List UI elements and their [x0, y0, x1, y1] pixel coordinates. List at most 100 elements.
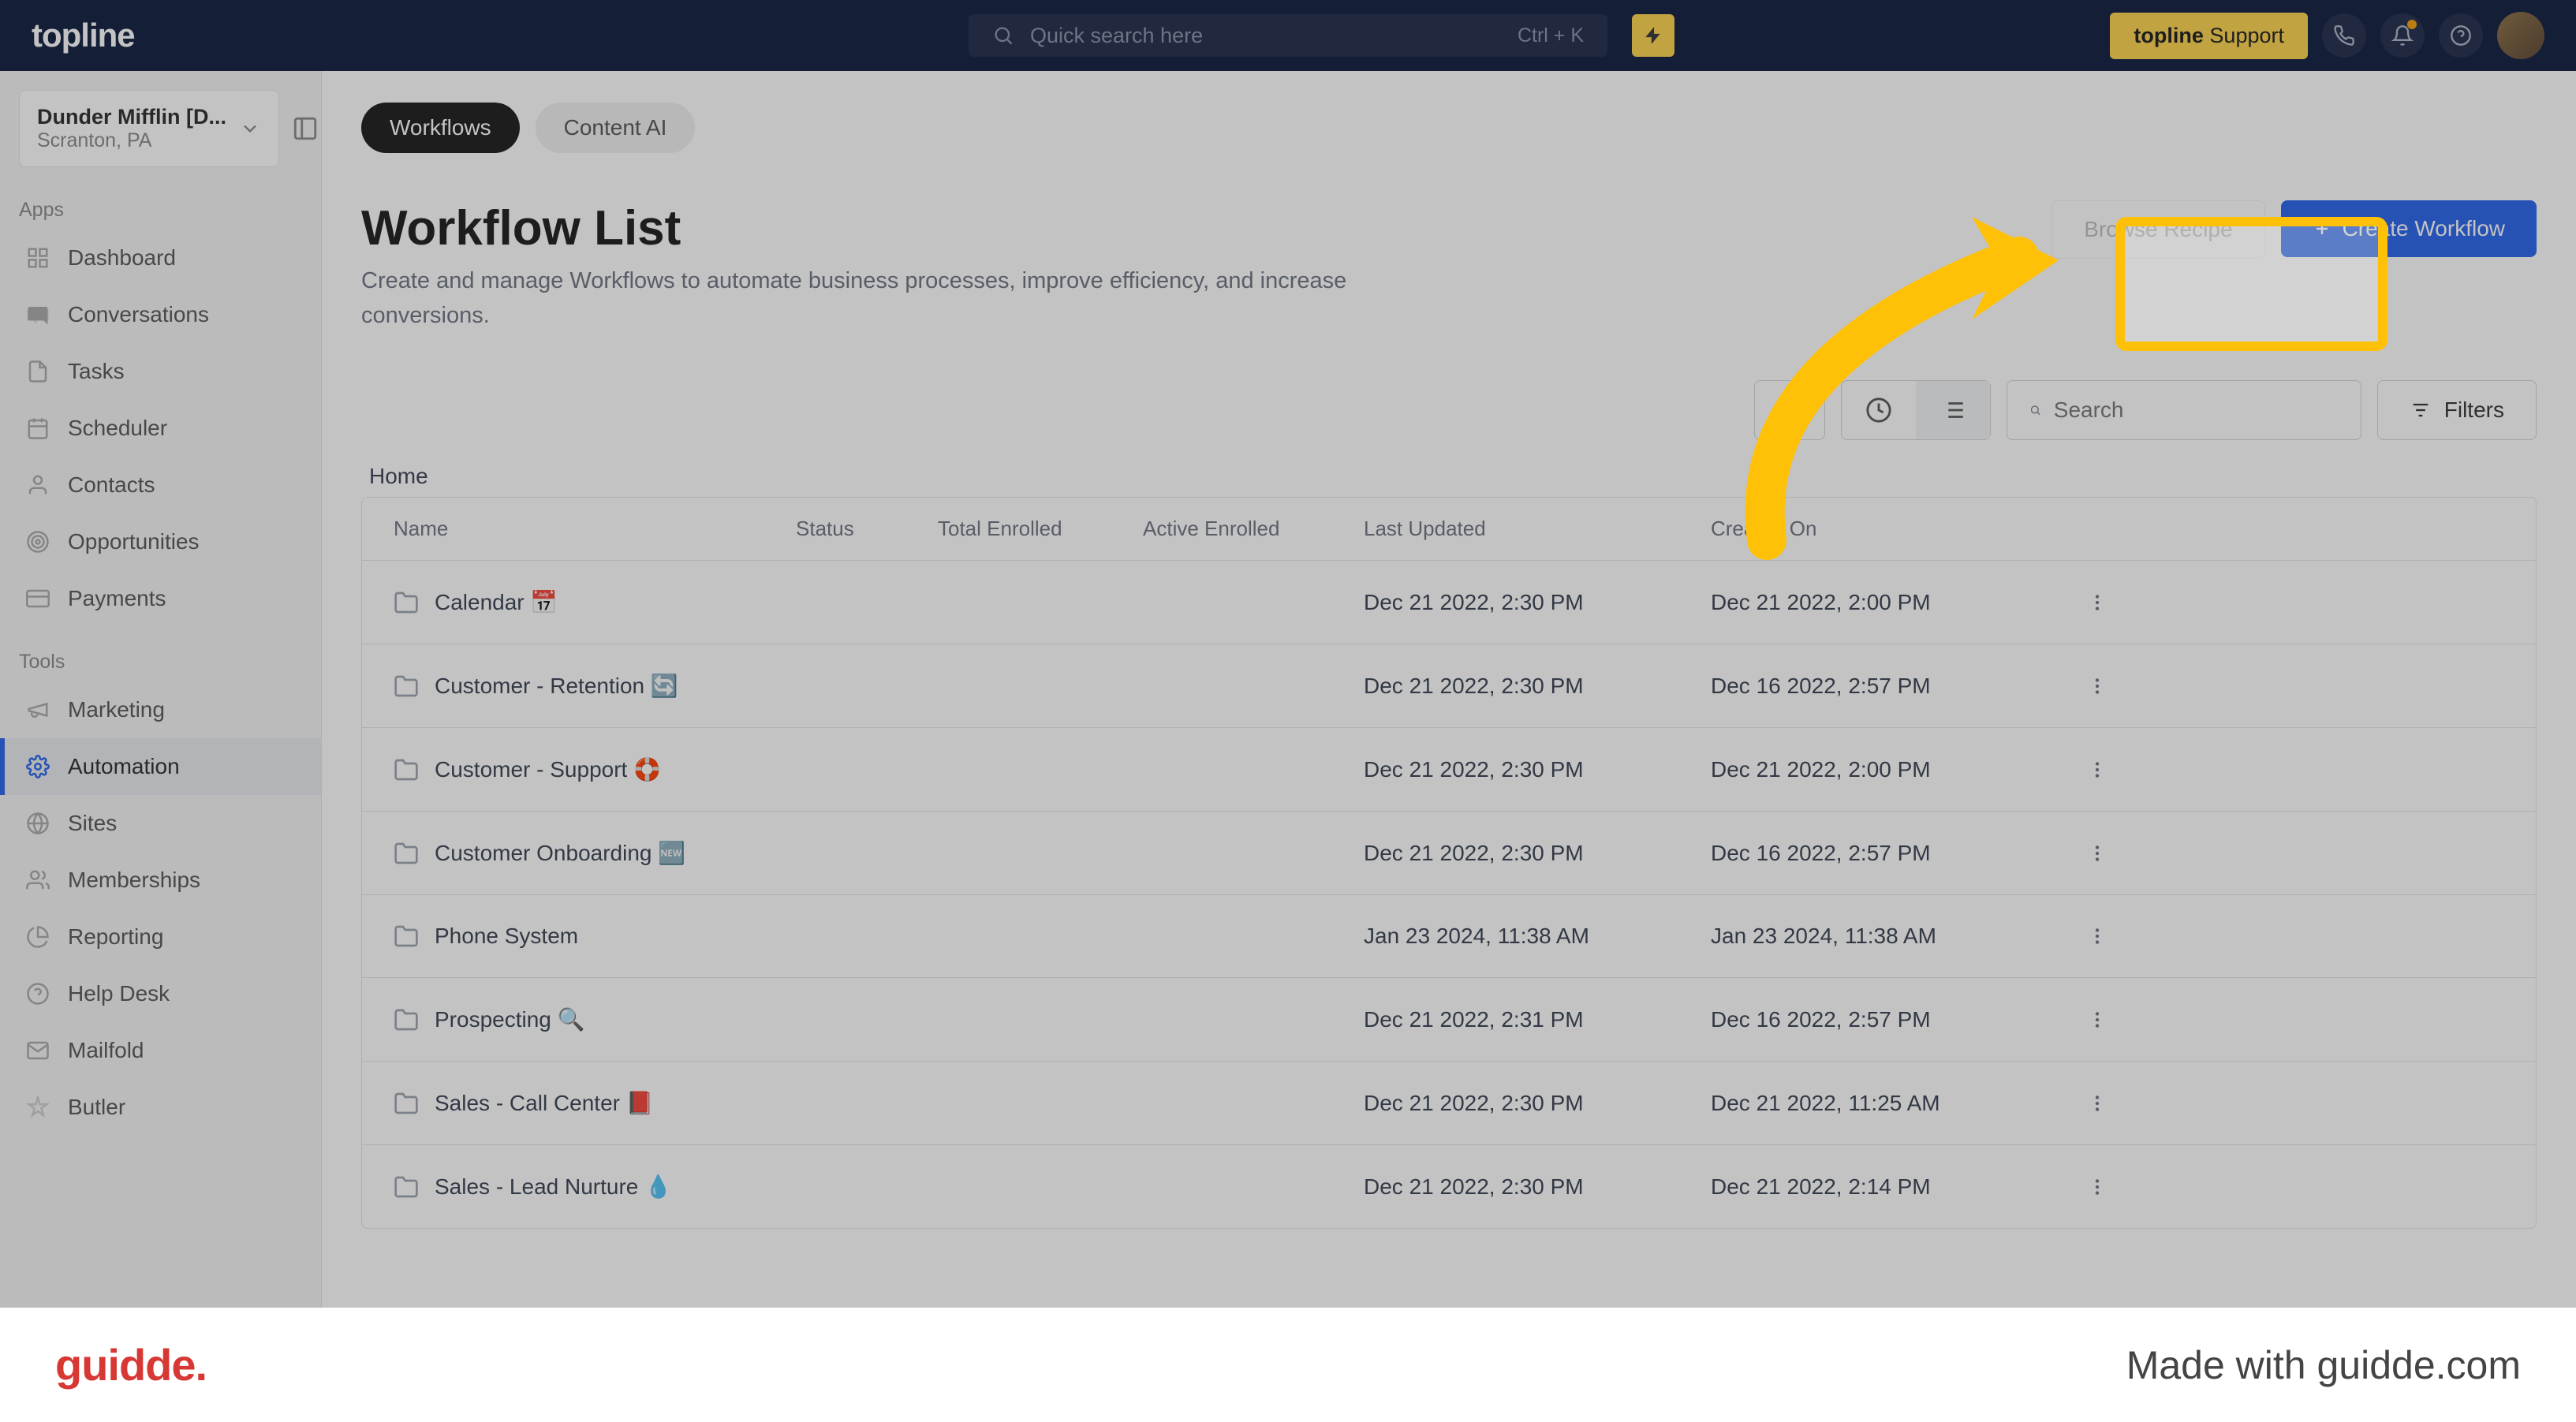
workspace-location: Scranton, PA [37, 129, 226, 152]
sidebar-item-mailfold[interactable]: Mailfold [0, 1022, 321, 1079]
footer-bar: guidde. Made with guidde.com [0, 1308, 2576, 1422]
table-header: Name Status Total Enrolled Active Enroll… [362, 498, 2536, 561]
table-row[interactable]: Customer Onboarding 🆕 Dec 21 2022, 2:30 … [362, 812, 2536, 895]
row-name: Customer - Retention 🔄 [435, 673, 678, 699]
sidebar-item-helpdesk[interactable]: Help Desk [0, 965, 321, 1022]
col-total: Total Enrolled [938, 517, 1143, 541]
row-created: Dec 16 2022, 2:57 PM [1711, 1007, 2058, 1032]
brand-logo: topline [32, 17, 135, 54]
row-menu-button[interactable] [2058, 843, 2137, 864]
folder-icon [394, 924, 419, 949]
user-avatar[interactable] [2497, 12, 2544, 59]
chart-icon [24, 923, 52, 951]
help-icon [24, 980, 52, 1008]
phone-button[interactable] [2322, 13, 2366, 58]
row-updated: Dec 21 2022, 2:30 PM [1364, 1174, 1711, 1200]
sidebar-label: Marketing [68, 697, 165, 722]
table-row[interactable]: Calendar 📅 Dec 21 2022, 2:30 PM Dec 21 2… [362, 561, 2536, 644]
users-icon [24, 866, 52, 894]
name-cell: Sales - Lead Nurture 💧 [394, 1174, 796, 1200]
table-row[interactable]: Customer - Support 🛟 Dec 21 2022, 2:30 P… [362, 728, 2536, 812]
tab-workflows[interactable]: Workflows [361, 103, 520, 153]
row-updated: Dec 21 2022, 2:30 PM [1364, 1091, 1711, 1116]
tab-content-ai[interactable]: Content AI [536, 103, 696, 153]
sidebar-label: Scheduler [68, 416, 167, 441]
sidebar-item-scheduler[interactable]: Scheduler [0, 400, 321, 457]
row-menu-button[interactable] [2058, 676, 2137, 696]
collapse-sidebar-button[interactable] [292, 110, 319, 147]
target-icon [24, 528, 52, 556]
workspace-name: Dunder Mifflin [D... [37, 105, 226, 129]
name-cell: Prospecting 🔍 [394, 1006, 796, 1032]
tasks-icon [24, 357, 52, 386]
table-row[interactable]: Sales - Call Center 📕 Dec 21 2022, 2:30 … [362, 1062, 2536, 1145]
support-button[interactable]: topline topline SupportSupport [2110, 13, 2308, 59]
row-name: Customer - Support 🛟 [435, 756, 661, 782]
row-name: Calendar 📅 [435, 589, 558, 615]
folder-icon [394, 1174, 419, 1200]
row-menu-button[interactable] [2058, 1177, 2137, 1197]
chevron-down-icon [239, 118, 261, 140]
sidebar-label: Automation [68, 754, 180, 779]
table-row[interactable]: Prospecting 🔍 Dec 21 2022, 2:31 PM Dec 1… [362, 978, 2536, 1062]
sidebar-item-dashboard[interactable]: Dashboard [0, 230, 321, 286]
row-menu-button[interactable] [2058, 592, 2137, 613]
row-updated: Dec 21 2022, 2:30 PM [1364, 674, 1711, 699]
row-menu-button[interactable] [2058, 1093, 2137, 1114]
sidebar-item-marketing[interactable]: Marketing [0, 681, 321, 738]
bolt-button[interactable] [1632, 14, 1674, 57]
sidebar-item-opportunities[interactable]: Opportunities [0, 513, 321, 570]
row-name: Phone System [435, 924, 578, 949]
sidebar-item-sites[interactable]: Sites [0, 795, 321, 852]
row-menu-button[interactable] [2058, 1010, 2137, 1030]
sidebar-item-conversations[interactable]: Conversations [0, 286, 321, 343]
topbar: topline Quick search here Ctrl + K topli… [0, 0, 2576, 71]
sidebar-label: Contacts [68, 472, 155, 498]
filter-icon [2410, 399, 2432, 421]
row-menu-button[interactable] [2058, 926, 2137, 946]
sidebar-item-automation[interactable]: Automation [0, 738, 321, 795]
sidebar-item-tasks[interactable]: Tasks [0, 343, 321, 400]
folder-icon [394, 841, 419, 866]
sidebar-label: Sites [68, 811, 117, 836]
mail-icon [24, 1036, 52, 1065]
row-created: Dec 21 2022, 2:00 PM [1711, 590, 2058, 615]
row-updated: Dec 21 2022, 2:30 PM [1364, 590, 1711, 615]
sidebar-label: Memberships [68, 868, 200, 893]
folder-icon [394, 590, 419, 615]
workflow-table: Name Status Total Enrolled Active Enroll… [361, 497, 2537, 1229]
name-cell: Sales - Call Center 📕 [394, 1090, 796, 1116]
sidebar-label: Butler [68, 1095, 125, 1120]
row-name: Prospecting 🔍 [435, 1006, 585, 1032]
name-cell: Customer - Support 🛟 [394, 756, 796, 782]
sidebar-section-tools: Tools [0, 643, 321, 681]
page-title: Workflow List [361, 200, 1402, 256]
global-search[interactable]: Quick search here Ctrl + K [969, 14, 1607, 57]
table-row[interactable]: Phone System Jan 23 2024, 11:38 AM Jan 2… [362, 895, 2536, 978]
sidebar-label: Opportunities [68, 529, 200, 554]
guidde-logo: guidde. [55, 1339, 207, 1390]
sidebar-item-memberships[interactable]: Memberships [0, 852, 321, 909]
row-menu-button[interactable] [2058, 760, 2137, 780]
sidebar-item-reporting[interactable]: Reporting [0, 909, 321, 965]
sidebar-item-butler[interactable]: Butler [0, 1079, 321, 1136]
megaphone-icon [24, 696, 52, 724]
notifications-button[interactable] [2380, 13, 2425, 58]
row-created: Dec 21 2022, 2:14 PM [1711, 1174, 2058, 1200]
sidebar-label: Mailfold [68, 1038, 144, 1063]
help-button[interactable] [2439, 13, 2483, 58]
table-row[interactable]: Sales - Lead Nurture 💧 Dec 21 2022, 2:30… [362, 1145, 2536, 1228]
table-row[interactable]: Customer - Retention 🔄 Dec 21 2022, 2:30… [362, 644, 2536, 728]
sidebar-item-payments[interactable]: Payments [0, 570, 321, 627]
sidebar-item-contacts[interactable]: Contacts [0, 457, 321, 513]
folder-icon [394, 757, 419, 782]
row-name: Customer Onboarding 🆕 [435, 840, 685, 866]
breadcrumb[interactable]: Home [361, 464, 2537, 489]
chat-icon [24, 300, 52, 329]
workspace-selector[interactable]: Dunder Mifflin [D... Scranton, PA [19, 90, 279, 167]
search-icon [992, 24, 1014, 47]
filters-button[interactable]: Filters [2377, 380, 2537, 440]
butler-icon [24, 1093, 52, 1122]
kbd-hint: Ctrl + K [1518, 24, 1584, 47]
page-subtitle: Create and manage Workflows to automate … [361, 264, 1402, 333]
